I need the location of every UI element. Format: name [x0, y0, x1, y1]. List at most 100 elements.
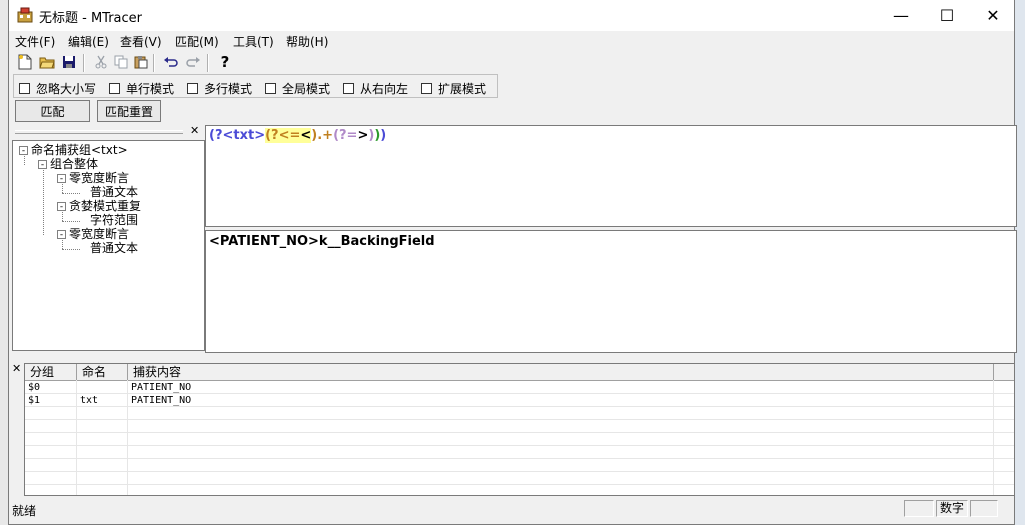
tree-node-literal[interactable]: 普通文本 — [90, 186, 138, 199]
regex-tree-panel: ✕ - 命名捕获组<txt> - 组合整体 - 零宽度断言 普通文本 - 贪婪模式重复 … — [12, 124, 207, 353]
tree-connector — [62, 193, 80, 194]
undo-button[interactable] — [161, 52, 181, 72]
option-multi-line[interactable]: 多行模式 — [187, 80, 252, 97]
open-button[interactable] — [37, 52, 57, 72]
menu-match[interactable]: 匹配(M) — [175, 33, 219, 50]
app-icon — [17, 7, 33, 23]
checkbox[interactable] — [265, 83, 276, 94]
menu-file[interactable]: 文件(F) — [15, 33, 55, 50]
minimize-icon: — — [893, 6, 909, 25]
panel-grip[interactable] — [15, 130, 183, 134]
regex-token: ) — [380, 128, 387, 143]
column-header-group[interactable]: 分组 — [25, 364, 77, 380]
match-reset-button[interactable]: 匹配重置 — [97, 100, 161, 122]
minimize-button[interactable]: — — [878, 0, 924, 31]
window-title: 无标题 - MTracer — [39, 11, 143, 26]
tree-node-group[interactable]: - 组合整体 — [38, 158, 98, 171]
collapse-icon[interactable]: - — [19, 146, 28, 156]
new-file-icon — [18, 54, 32, 70]
status-text: 就绪 — [12, 504, 37, 518]
tree-node-literal[interactable]: 普通文本 — [90, 242, 138, 255]
regex-token: (?<= — [265, 128, 301, 143]
tree-connector — [43, 165, 44, 235]
new-file-button[interactable] — [15, 52, 35, 72]
copy-icon — [114, 55, 128, 69]
save-icon — [63, 56, 75, 68]
option-global[interactable]: 全局模式 — [265, 80, 330, 97]
row-gridline — [25, 484, 1014, 485]
row-gridline — [25, 432, 1014, 433]
regex-expression: (?<txt>(?<=<).+(?=>))) — [209, 128, 386, 143]
results-table: 分组 命名 捕获内容 $0 PATIENT_NO $1 txt PATIENT_… — [24, 363, 1015, 496]
checkbox[interactable] — [343, 83, 354, 94]
row-gridline — [25, 458, 1014, 459]
match-button[interactable]: 匹配 — [15, 100, 90, 122]
tree-node-lookahead[interactable]: - 零宽度断言 — [57, 228, 129, 241]
toolbar-separator — [83, 54, 85, 72]
test-input-text: <PATIENT_NO>k__BackingField — [209, 234, 435, 249]
desktop-left-strip — [0, 0, 8, 525]
app-window: 无标题 - MTracer — ☐ ✕ 文件(F) 编辑(E) 查看(V) 匹配… — [8, 0, 1017, 525]
undo-icon — [164, 57, 178, 67]
menu-help[interactable]: 帮助(H) — [286, 33, 328, 50]
tree-node-char-range[interactable]: 字符范围 — [90, 214, 138, 227]
column-header-content[interactable]: 捕获内容 — [128, 364, 994, 380]
cut-button[interactable] — [91, 52, 111, 72]
tree-close-icon[interactable]: ✕ — [190, 124, 199, 137]
option-right-to-left[interactable]: 从右向左 — [343, 80, 408, 97]
redo-button[interactable] — [183, 52, 203, 72]
copy-button[interactable] — [111, 52, 131, 72]
menu-view[interactable]: 查看(V) — [120, 33, 162, 50]
cell-group: $1 — [28, 395, 41, 406]
table-row[interactable]: $0 PATIENT_NO — [25, 381, 1014, 394]
help-button[interactable]: ? — [215, 52, 235, 72]
toolbar-separator — [207, 54, 209, 72]
menu-bar: 文件(F) 编辑(E) 查看(V) 匹配(M) 工具(T) 帮助(H) — [9, 31, 1014, 51]
cell-content: PATIENT_NO — [131, 395, 192, 406]
maximize-button[interactable]: ☐ — [924, 0, 970, 31]
title-bar[interactable]: 无标题 - MTracer — ☐ ✕ — [9, 0, 1014, 31]
regex-options-bar: 忽略大小写 单行模式 多行模式 全局模式 从右向左 扩展模式 — [13, 74, 498, 98]
checkbox[interactable] — [19, 83, 30, 94]
collapse-icon[interactable]: - — [57, 174, 66, 184]
row-gridline — [25, 419, 1014, 420]
horizontal-splitter[interactable] — [9, 355, 1014, 361]
collapse-icon[interactable]: - — [38, 160, 47, 170]
table-row[interactable]: $1 txt PATIENT_NO — [25, 394, 1014, 407]
cell-name: txt — [80, 395, 99, 406]
cell-content: PATIENT_NO — [131, 382, 192, 393]
test-input-editor[interactable]: <PATIENT_NO>k__BackingField — [205, 230, 1017, 353]
option-ignore-case[interactable]: 忽略大小写 — [19, 80, 96, 97]
menu-edit[interactable]: 编辑(E) — [68, 33, 109, 50]
checkbox[interactable] — [109, 83, 120, 94]
close-button[interactable]: ✕ — [970, 0, 1016, 31]
tree-panel-header: ✕ — [12, 124, 207, 140]
row-gridline — [25, 471, 1014, 472]
tree-node-named-group[interactable]: - 命名捕获组<txt> — [19, 144, 128, 157]
cut-icon — [95, 55, 107, 69]
row-gridline — [25, 445, 1014, 446]
tree-node-greedy-repeat[interactable]: - 贪婪模式重复 — [57, 200, 141, 213]
tree-connector — [62, 221, 80, 222]
redo-icon — [186, 57, 200, 67]
checkbox[interactable] — [187, 83, 198, 94]
collapse-icon[interactable]: - — [57, 230, 66, 240]
checkbox[interactable] — [421, 83, 432, 94]
collapse-icon[interactable]: - — [57, 202, 66, 212]
results-close-icon[interactable]: ✕ — [12, 362, 21, 375]
paste-button[interactable] — [131, 52, 151, 72]
option-single-line[interactable]: 单行模式 — [109, 80, 174, 97]
column-header-name[interactable]: 命名 — [77, 364, 128, 380]
tree-connector — [62, 249, 80, 250]
cell-group: $0 — [28, 382, 41, 393]
regex-editor[interactable]: (?<txt>(?<=<).+(?=>))) — [205, 125, 1017, 227]
status-pane-empty — [904, 500, 934, 517]
save-button[interactable] — [59, 52, 79, 72]
open-folder-icon — [39, 57, 55, 69]
tree-node-lookbehind[interactable]: - 零宽度断言 — [57, 172, 129, 185]
regex-token: (?= — [333, 128, 358, 143]
status-pane-numlock: 数字 — [936, 500, 968, 517]
option-extended[interactable]: 扩展模式 — [421, 80, 486, 97]
menu-tools[interactable]: 工具(T) — [233, 33, 274, 50]
paste-icon — [134, 56, 148, 69]
